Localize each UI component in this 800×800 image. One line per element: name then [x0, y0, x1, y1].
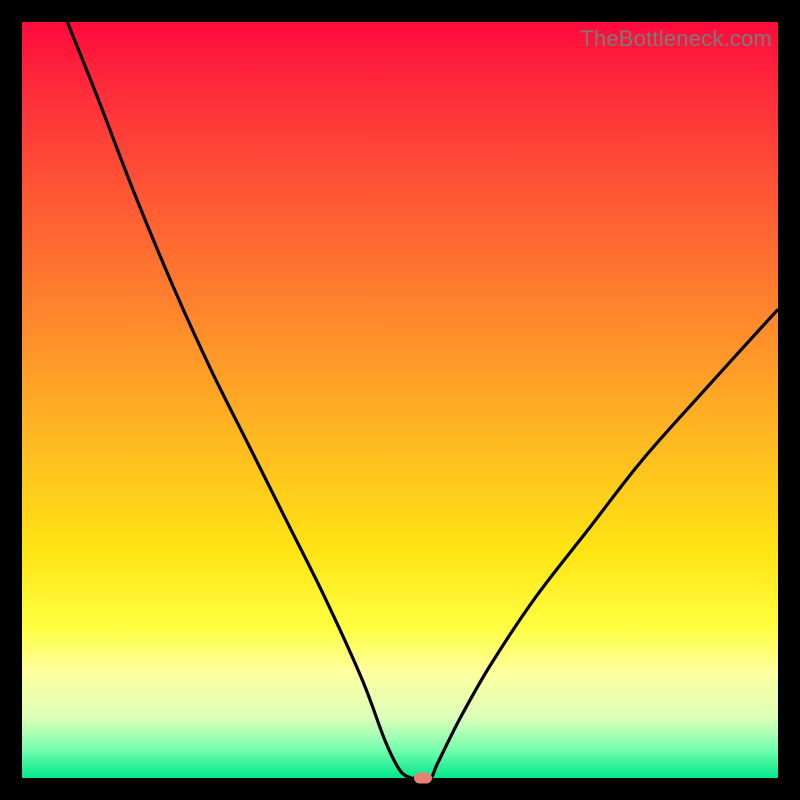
bottleneck-curve: [22, 22, 778, 778]
optimal-point-marker: [414, 773, 432, 784]
chart-plot-area: TheBottleneck.com: [22, 22, 778, 778]
